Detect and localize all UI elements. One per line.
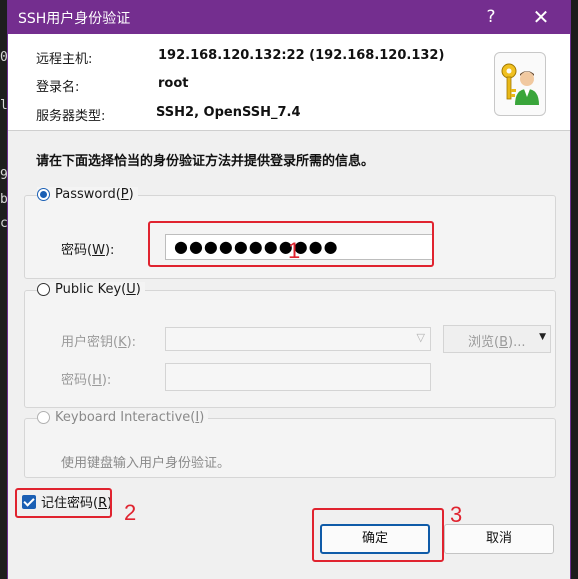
- browse-button[interactable]: 浏览(B)... ▼: [443, 325, 551, 353]
- public-key-method-group: Public Key(U) 用户密钥(K): ▽ 浏览(B)... ▼ 密码(H…: [24, 282, 556, 408]
- user-key-label: 用户密钥(K):: [61, 335, 137, 350]
- annotation-box-ok: [312, 508, 444, 562]
- host-label: 远程主机:: [36, 52, 93, 67]
- keyboard-interactive-radio[interactable]: [37, 411, 50, 424]
- server-type-label: 服务器类型:: [36, 109, 106, 124]
- host-value: 192.168.120.132:22 (192.168.120.132): [158, 48, 445, 63]
- instruction-text: 请在下面选择恰当的身份验证方法并提供登录所需的信息。: [36, 154, 375, 169]
- public-key-radio-row[interactable]: Public Key(U): [37, 282, 145, 297]
- browse-button-label: 浏览(B)...: [468, 335, 526, 350]
- key-passphrase-label: 密码(H):: [61, 373, 112, 388]
- help-button[interactable]: ?: [468, 0, 514, 34]
- keyboard-interactive-description: 使用键盘输入用户身份验证。: [61, 456, 231, 471]
- dialog-title: SSH用户身份验证: [18, 11, 131, 27]
- public-key-radio-label[interactable]: Public Key(U): [55, 282, 141, 297]
- annotation-number-1: 1: [288, 238, 301, 263]
- keys-user-icon: [494, 52, 546, 116]
- terminal-char: 0: [0, 50, 8, 65]
- password-radio-row[interactable]: Password(P): [37, 187, 138, 202]
- terminal-char: 9: [0, 168, 8, 183]
- terminal-char: b: [0, 192, 8, 207]
- terminal-char: c: [0, 216, 8, 231]
- annotation-number-2: 2: [124, 500, 137, 525]
- title-bar[interactable]: SSH用户身份验证 ? ✕: [8, 0, 570, 34]
- annotation-number-3: 3: [450, 502, 463, 527]
- close-button[interactable]: ✕: [518, 0, 564, 34]
- keyboard-interactive-radio-row[interactable]: Keyboard Interactive(I): [37, 410, 209, 425]
- public-key-radio[interactable]: [37, 283, 50, 296]
- key-passphrase-input[interactable]: [165, 363, 431, 391]
- login-label: 登录名:: [36, 80, 80, 95]
- password-radio[interactable]: [37, 188, 50, 201]
- server-type-value: SSH2, OpenSSH_7.4: [156, 105, 301, 120]
- keyboard-interactive-label[interactable]: Keyboard Interactive(I): [55, 410, 204, 425]
- chevron-down-icon: ▽: [416, 331, 425, 344]
- cancel-button[interactable]: 取消: [444, 524, 554, 554]
- dropdown-arrow-icon: ▼: [539, 332, 546, 342]
- terminal-char: l: [0, 98, 8, 113]
- connection-info: 远程主机: 192.168.120.132:22 (192.168.120.13…: [8, 34, 570, 131]
- keyboard-interactive-group: Keyboard Interactive(I) 使用键盘输入用户身份验证。: [24, 410, 556, 478]
- login-value: root: [158, 76, 189, 91]
- password-field-label: 密码(W):: [61, 243, 115, 258]
- annotation-box-remember: [15, 488, 112, 518]
- password-radio-label[interactable]: Password(P): [55, 187, 134, 202]
- user-key-select[interactable]: ▽: [165, 327, 431, 351]
